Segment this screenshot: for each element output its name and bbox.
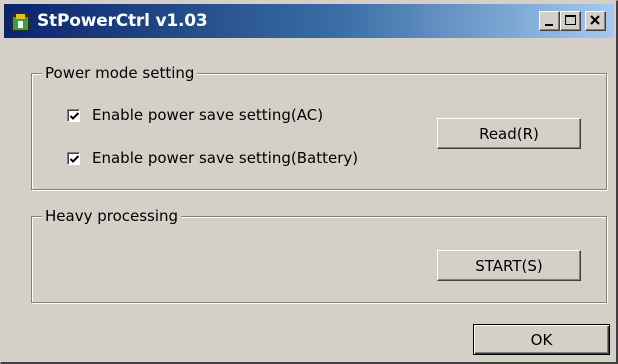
heavy-processing-legend: Heavy processing [42,207,182,225]
heavy-processing-group: Heavy processing START(S) [31,207,607,303]
checkbox-ac-box[interactable] [67,108,80,122]
title-bar[interactable]: StPowerCtrl v1.03 [4,4,614,38]
check-icon [69,154,80,163]
checkbox-battery-label: Enable power save setting(Battery) [92,149,359,167]
checkbox-ac[interactable]: Enable power save setting(AC) [67,106,323,124]
power-mode-legend: Power mode setting [42,64,198,82]
minimize-button[interactable] [539,11,560,31]
maximize-button[interactable] [560,11,581,31]
maximize-icon [565,15,576,25]
close-icon [590,15,600,25]
power-mode-group: Power mode setting Enable power save set… [31,64,607,190]
window-title: StPowerCtrl v1.03 [37,11,208,31]
ok-button[interactable]: OK [473,324,610,355]
close-button[interactable] [585,11,606,31]
minimize-icon [545,24,553,26]
check-icon [69,111,80,120]
checkbox-battery-box[interactable] [67,151,80,165]
app-window: StPowerCtrl v1.03 Power mode setting Ena… [0,0,618,364]
read-button[interactable]: Read(R) [437,118,581,149]
checkbox-ac-label: Enable power save setting(AC) [92,106,324,124]
start-button[interactable]: START(S) [437,250,581,281]
app-icon [11,13,30,32]
checkbox-battery[interactable]: Enable power save setting(Battery) [67,149,358,167]
